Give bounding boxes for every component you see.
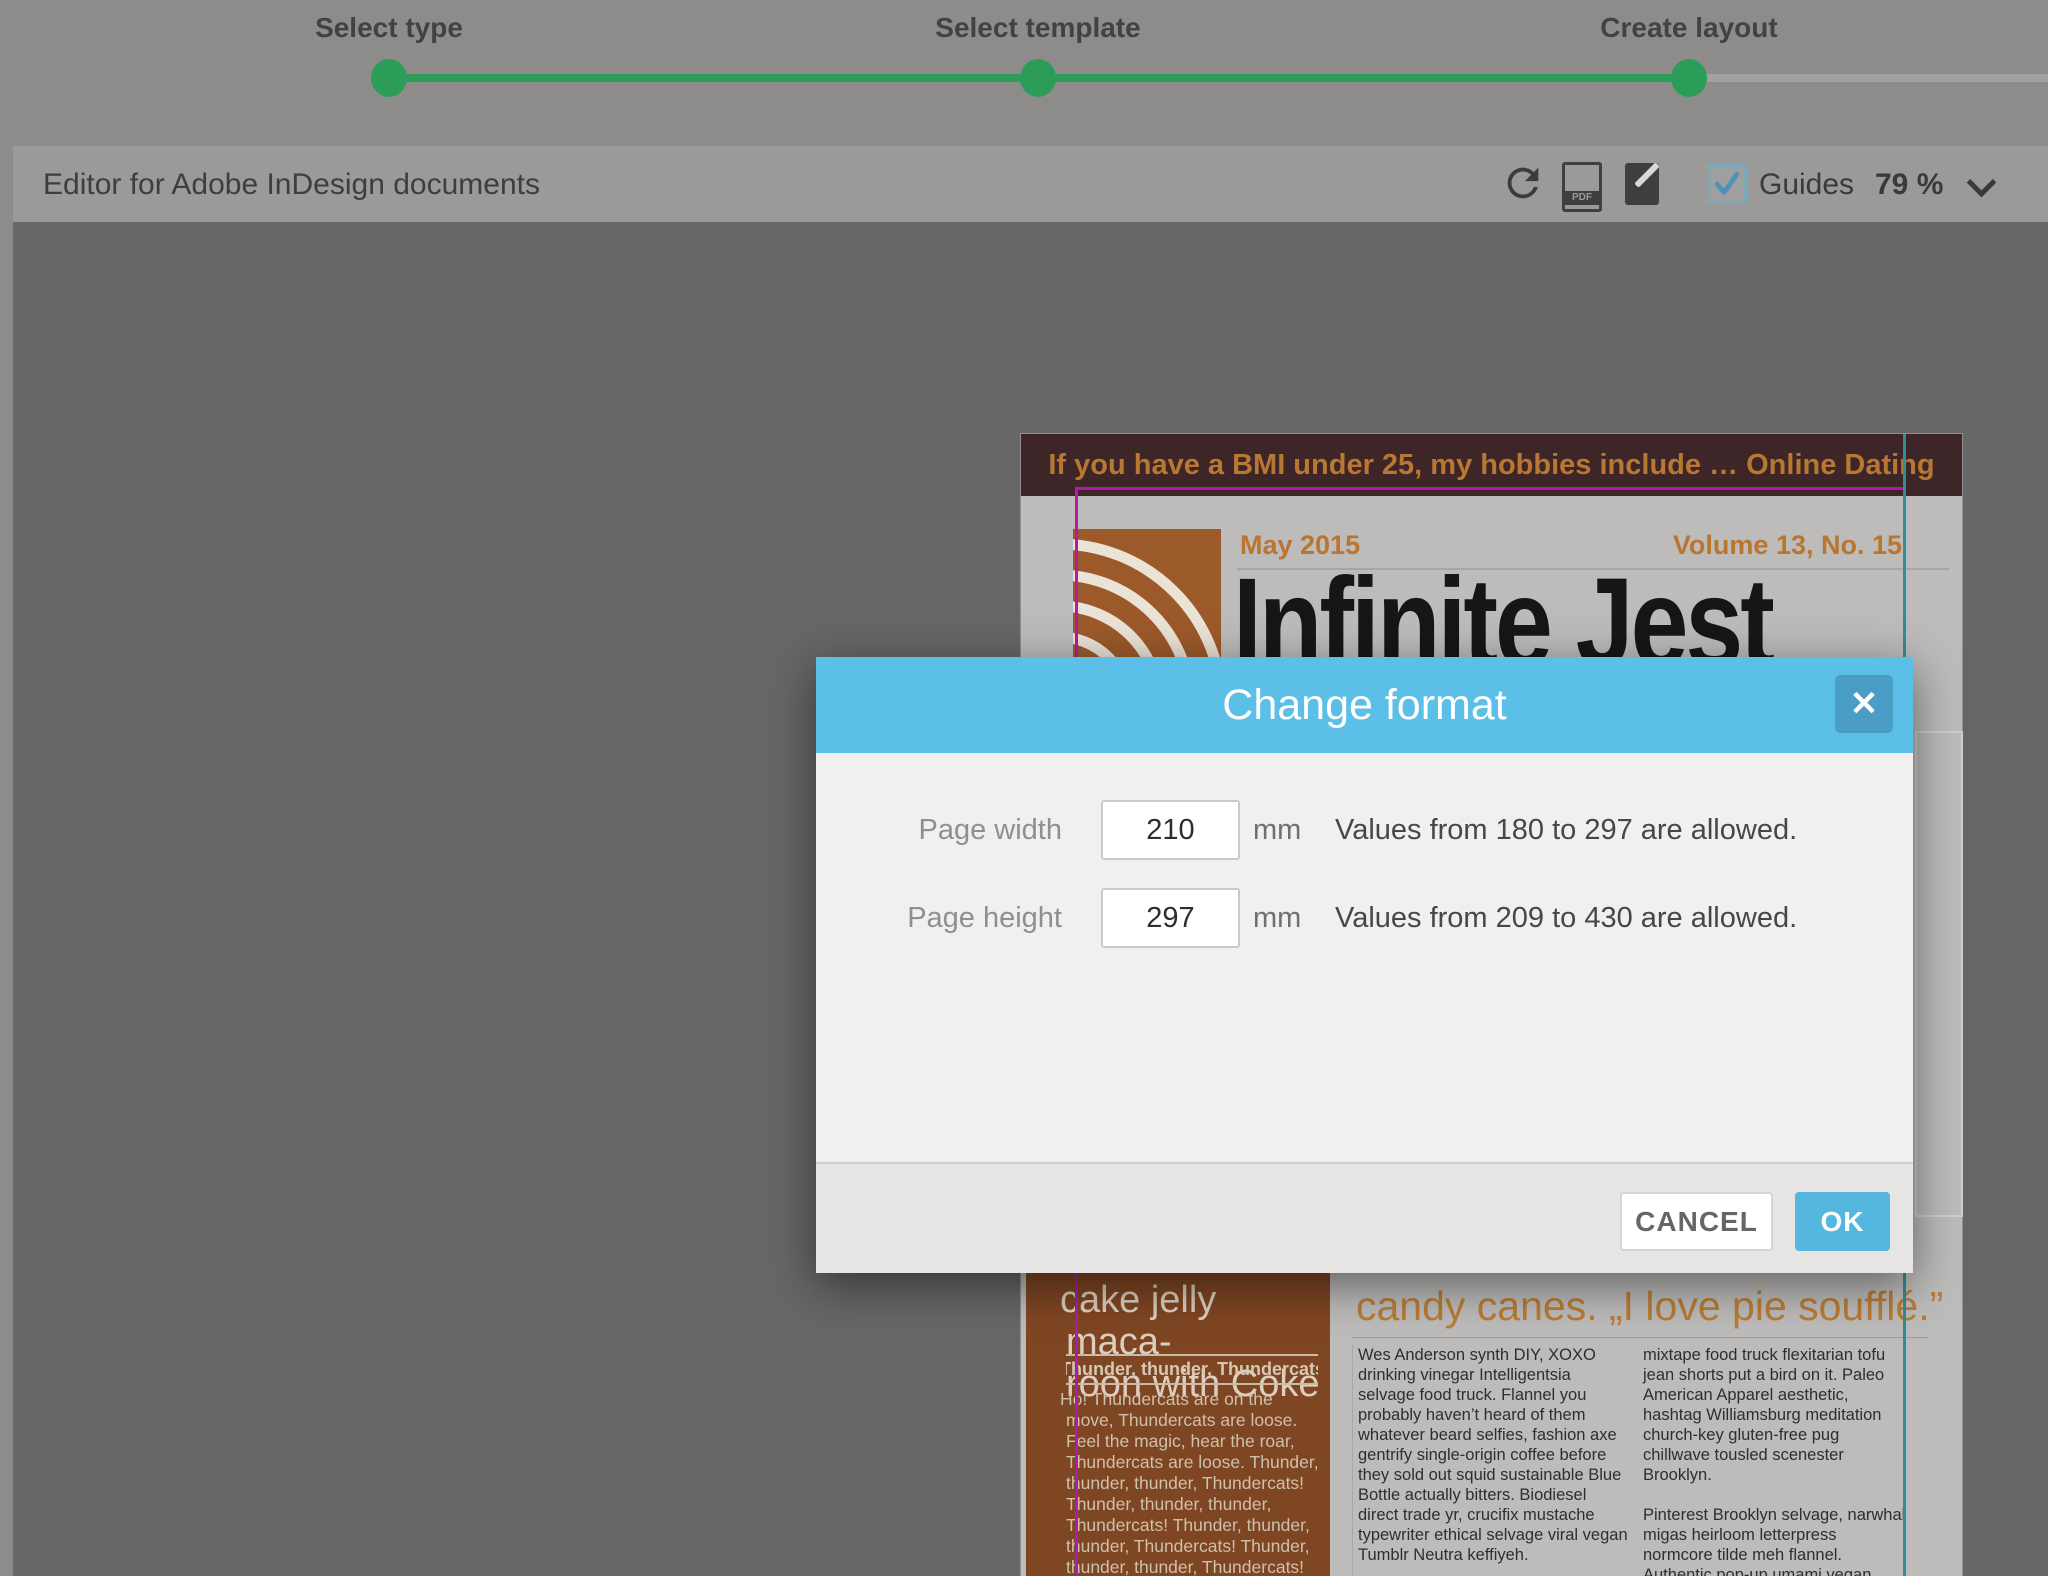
page-height-input[interactable]	[1101, 888, 1240, 948]
stepper-dot-2[interactable]	[1020, 59, 1056, 97]
dialog-title: Change format	[816, 657, 1913, 753]
zoom-level-value[interactable]: 79 %	[1875, 168, 1943, 202]
stepper-dot-1[interactable]	[371, 59, 407, 97]
column2-paragraph1: mixtape food truck flexitarian tofu jean…	[1643, 1345, 1909, 1485]
editor-title: Editor for Adobe InDesign documents	[43, 168, 540, 202]
column2-paragraph2: Pinterest Brooklyn selvage, narwhal miga…	[1643, 1505, 1909, 1576]
article-column-1: Wes Anderson synth DIY, XOXO drinking vi…	[1352, 1345, 1630, 1576]
page-height-unit: mm	[1253, 888, 1301, 948]
page-width-row: Page width mm Values from 180 to 297 are…	[816, 800, 1913, 860]
stepper-header: Select type Select template Create layou…	[0, 0, 2048, 146]
checkmark-icon	[1710, 167, 1744, 201]
chevron-down-icon[interactable]	[1967, 168, 1997, 198]
article-headline: candy canes. „I love pie soufflé.”	[1356, 1283, 1901, 1330]
page-width-input[interactable]	[1101, 800, 1240, 860]
column-top-rule	[1352, 1337, 1928, 1338]
guide-horizontal-magenta	[1075, 487, 1905, 490]
sidebar-heading: cake jelly maca- roon with Coke	[1066, 1279, 1330, 1405]
pen-glyph	[1634, 163, 1659, 188]
pdf-icon-label: PDF	[1562, 191, 1602, 205]
export-pdf-icon[interactable]: PDF	[1562, 162, 1602, 212]
sidebar-body-text: Ho! Thundercats are on the move, Thunder…	[1066, 1389, 1324, 1576]
dialog-footer: CANCEL OK	[816, 1162, 1913, 1273]
refresh-icon[interactable]	[1500, 160, 1546, 211]
dialog-header[interactable]: Change format ✕	[816, 657, 1913, 753]
page-height-hint: Values from 209 to 430 are allowed.	[1335, 888, 1797, 948]
page-height-label: Page height	[816, 888, 1062, 948]
article-column-2: mixtape food truck flexitarian tofu jean…	[1643, 1345, 1909, 1576]
page-width-hint: Values from 180 to 297 are allowed.	[1335, 800, 1797, 860]
guides-checkbox[interactable]	[1707, 164, 1747, 204]
earring-photo[interactable]	[1915, 731, 1963, 1217]
close-icon[interactable]: ✕	[1835, 675, 1893, 733]
page-width-label: Page width	[816, 800, 1062, 860]
ok-button[interactable]: OK	[1795, 1192, 1890, 1251]
stepper-dot-3[interactable]	[1671, 59, 1707, 97]
editor-toolbar: Editor for Adobe InDesign documents PDF …	[13, 146, 2048, 222]
step-select-template[interactable]: Select template	[888, 12, 1188, 44]
column1-paragraph1: Wes Anderson synth DIY, XOXO drinking vi…	[1358, 1345, 1630, 1565]
stepper-track-remaining	[1689, 74, 2048, 82]
page-width-unit: mm	[1253, 800, 1301, 860]
change-format-dialog: Change format ✕ Page width mm Values fro…	[816, 657, 1913, 1273]
step-create-layout[interactable]: Create layout	[1539, 12, 1839, 44]
page-height-row: Page height mm Values from 209 to 430 ar…	[816, 888, 1913, 948]
edit-document-icon[interactable]	[1625, 163, 1659, 205]
step-select-type[interactable]: Select type	[239, 12, 539, 44]
app-window: Select type Select template Create layou…	[0, 0, 2048, 1576]
guides-label[interactable]: Guides	[1759, 168, 1854, 202]
sidebar-subheading: Thunder, thunder, Thundercats	[1066, 1354, 1318, 1385]
cancel-button[interactable]: CANCEL	[1620, 1192, 1773, 1251]
